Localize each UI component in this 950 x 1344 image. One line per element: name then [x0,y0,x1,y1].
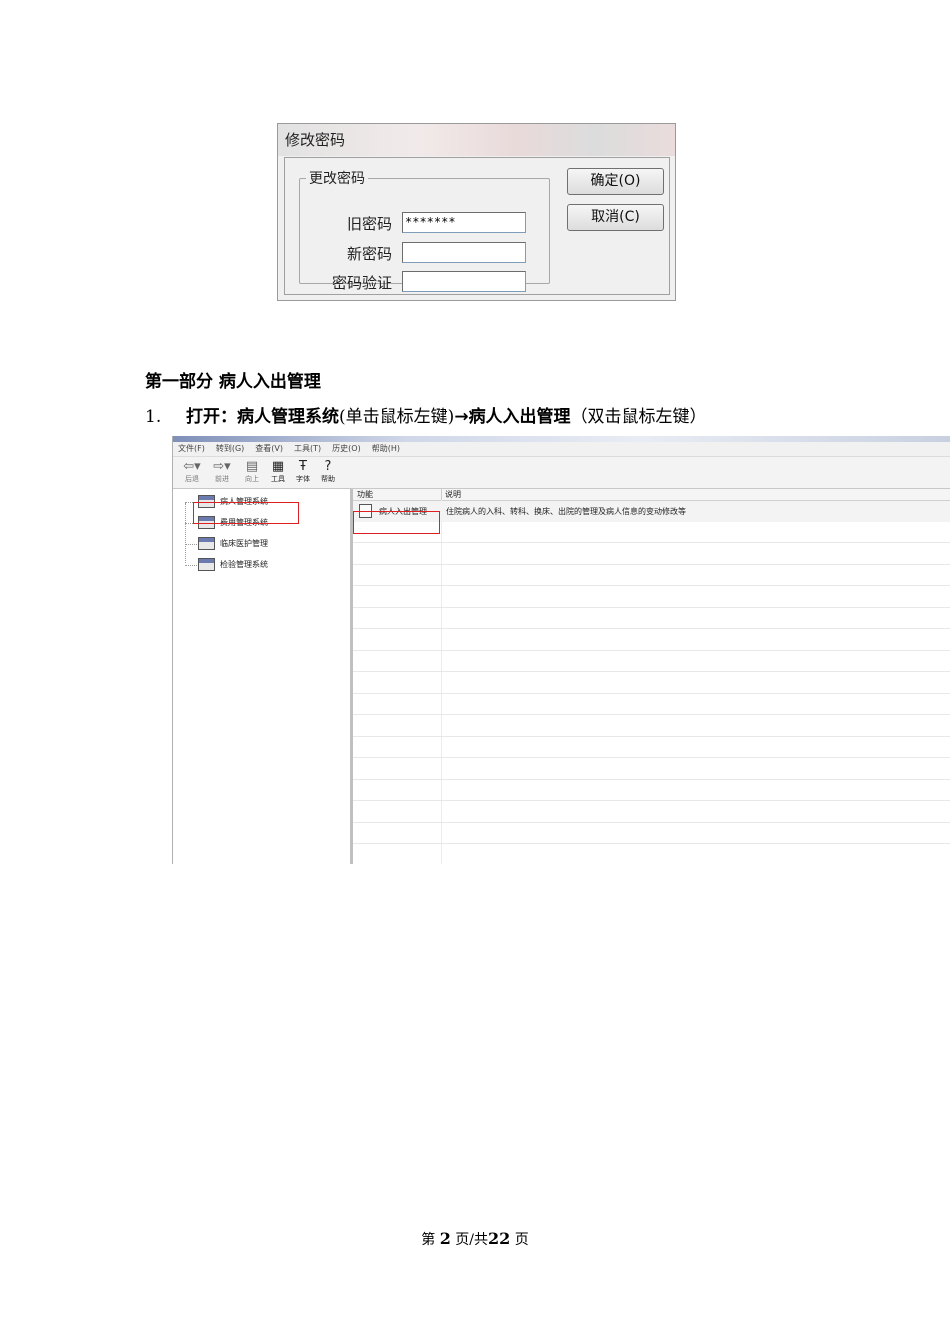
section-heading: 第一部分 病人入出管理 [145,372,321,392]
system-explorer-window: 文件(F) 转到(G) 查看(V) 工具(T) 历史(O) 帮助(H) ⇦▾ 后退 ⇨▾ … [172,436,950,864]
verify-password-label: 密码验证 [331,274,392,292]
menu-help[interactable]: 帮助(H) [372,444,400,453]
empty-grid-row [353,544,950,565]
footer-total-pages: 22 [488,1229,511,1248]
empty-grid-row [353,587,950,608]
footer-suffix: 页 [514,1232,529,1248]
menu-bar: 文件(F) 转到(G) 查看(V) 工具(T) 历史(O) 帮助(H) [173,442,950,457]
tools-icon: ▦ [271,459,285,474]
up-button[interactable]: ▤ 向上 [238,459,266,487]
list-item-description: 住院病人的入科、转科、换床、出院的管理及病人信息的变动修改等 [446,507,686,516]
back-arrow-icon: ⇦▾ [183,459,201,474]
forward-label: 前进 [215,475,229,483]
tree-item-label: 检验管理系统 [220,560,268,569]
highlight-box-patient-system [193,502,299,524]
new-password-field[interactable] [402,242,526,263]
dialog-body: 更改密码 旧密码 ******* 新密码 密码验证 确定(O) 取消(C) [284,157,670,295]
list-item[interactable]: 病人入出管理 住院病人的入科、转科、换床、出院的管理及病人信息的变动修改等 [353,501,950,522]
tree-connector [185,503,186,563]
empty-grid-row [353,565,950,586]
step-number: 1. [145,407,162,427]
toolbar: ⇦▾ 后退 ⇨▾ 前进 ▤ 向上 ▦ 工具 Ŧ 字体 ? 帮助 [173,457,950,489]
function-list: 功能 说明 病人入出管理 住院病人的入科、转科、换床、出院的管理及病人信息的变动… [353,489,950,864]
menu-view[interactable]: 查看(V) [255,444,283,453]
back-label: 后退 [185,475,199,483]
new-password-label: 新密码 [346,245,392,263]
tools-label: 工具 [271,475,285,483]
menu-history[interactable]: 历史(O) [332,444,361,453]
old-password-label: 旧密码 [346,215,392,233]
system-icon [198,537,215,550]
verify-password-field[interactable] [402,271,526,292]
help-button[interactable]: ? 帮助 [314,459,342,487]
forward-button[interactable]: ⇨▾ 前进 [208,459,236,487]
tools-button[interactable]: ▦ 工具 [264,459,292,487]
empty-grid-row [353,802,950,823]
step-target-module: 病人入出管理 [468,407,571,427]
menu-tools[interactable]: 工具(T) [294,444,321,453]
system-icon [198,558,215,571]
empty-grid-row [353,780,950,801]
empty-grid-row [353,694,950,715]
page-footer: 第 2 页/共22 页 [0,1229,950,1249]
footer-middle: 页/共 [455,1232,489,1248]
menu-file[interactable]: 文件(F) [178,444,205,453]
empty-grid-row [353,608,950,629]
font-label: 字体 [296,475,310,483]
dialog-title: 修改密码 [278,124,675,156]
step-action-1: (单击鼠标左键) [339,407,455,427]
empty-grid-row [353,673,950,694]
change-password-group: 更改密码 旧密码 ******* 新密码 密码验证 [299,168,550,292]
font-icon: Ŧ [299,459,307,474]
empty-grid-row [353,759,950,780]
empty-grid-row [353,823,950,844]
help-label: 帮助 [321,475,335,483]
cancel-button[interactable]: 取消(C) [567,204,664,231]
tree-item-label: 临床医护管理 [220,539,268,548]
folder-up-icon: ▤ [245,459,259,474]
menu-goto[interactable]: 转到(G) [216,444,244,453]
footer-prefix: 第 [421,1232,436,1248]
empty-grid-row [353,716,950,737]
step-action-2: （双击鼠标左键） [570,407,707,427]
empty-grid-row [353,630,950,651]
column-function[interactable]: 功能 [357,489,373,500]
highlight-box-patient-admission [353,511,440,534]
empty-grid-row [353,737,950,758]
font-button[interactable]: Ŧ 字体 [289,459,317,487]
back-button[interactable]: ⇦▾ 后退 [178,459,206,487]
step-arrow: → [454,407,469,427]
ok-button[interactable]: 确定(O) [567,168,664,195]
up-label: 向上 [245,475,259,483]
empty-grid-row [353,845,950,865]
column-description[interactable]: 说明 [441,489,461,500]
group-label: 更改密码 [309,171,365,187]
system-tree: 病人管理系统 费用管理系统 临床医护管理 检验管理系统 [173,489,353,864]
help-icon: ? [324,459,332,474]
change-password-dialog: 修改密码 更改密码 旧密码 ******* 新密码 密码验证 确定(O) 取消(… [277,123,676,301]
old-password-field[interactable]: ******* [402,212,526,233]
empty-grid-row [353,651,950,672]
footer-page-number: 2 [439,1229,451,1248]
step-1-instruction: 1. 打开：病人管理系统(单击鼠标左键)→病人入出管理（双击鼠标左键） [145,402,707,427]
empty-grid-row [353,522,950,543]
list-header: 功能 说明 [353,489,950,501]
forward-arrow-icon: ⇨▾ [213,459,231,474]
step-target-system: 打开：病人管理系统 [186,407,340,427]
